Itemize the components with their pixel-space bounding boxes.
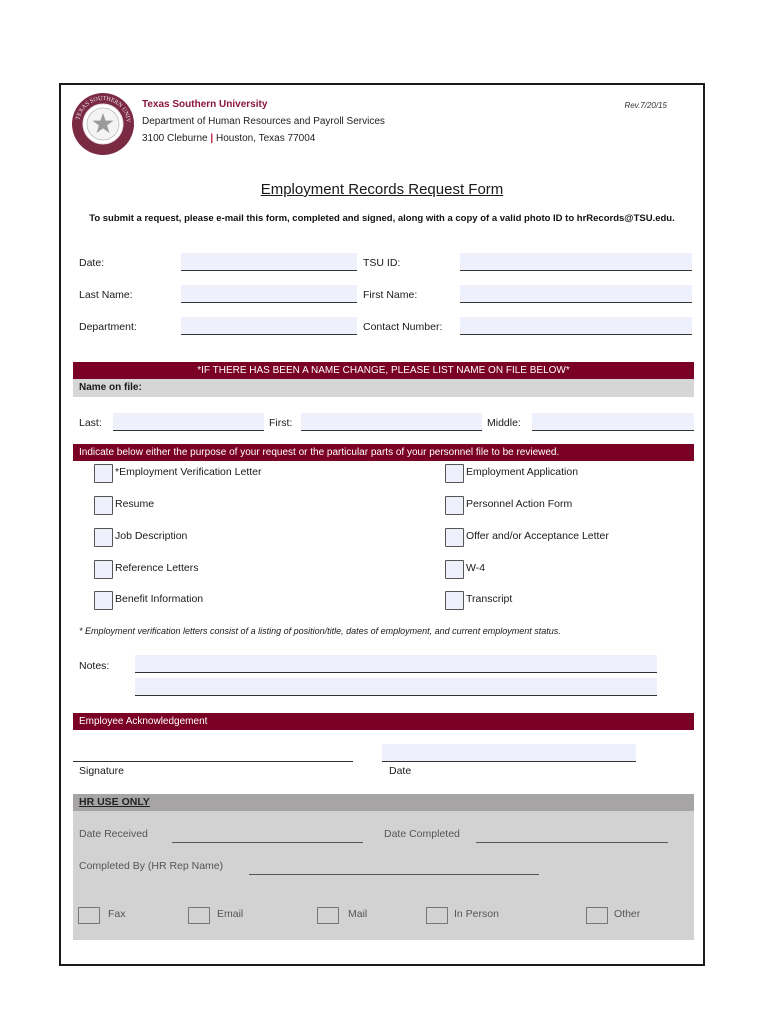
university-seal-icon: TEXAS SOUTHERN UNIVERSITY [71,92,134,155]
checkbox-offer-acceptance-letter[interactable] [445,528,464,547]
hr-use-title: HR USE ONLY [79,796,150,808]
date-completed-field[interactable] [476,842,668,843]
method-label: Mail [348,908,368,920]
purpose-banner: Indicate below either the purpose of you… [73,444,694,461]
org-department: Department of Human Resources and Payrol… [142,116,385,127]
form-instructions: To submit a request, please e-mail this … [89,213,675,224]
signature-field[interactable] [73,744,353,762]
form-title: Employment Records Request Form [260,181,504,198]
method-label: Fax [108,908,126,920]
org-address: 3100 Cleburne | Houston, Texas 77004 [142,133,315,144]
org-name: Texas Southern University [142,99,268,110]
notes-line-2[interactable] [135,678,657,696]
department-field[interactable] [181,317,357,335]
option-label: Resume [115,498,155,510]
nof-last-label: Last: [79,417,102,429]
first-name-field[interactable] [460,285,692,303]
option-label: Reference Letters [115,562,199,574]
option-label: Employment Application [466,466,579,478]
nof-middle-field[interactable] [532,413,694,431]
option-label: *Employment Verification Letter [115,466,262,478]
option-label: Personnel Action Form [466,498,573,510]
nof-first-label: First: [269,417,293,429]
option-label: Job Description [115,530,188,542]
address-city: Houston, Texas 77004 [215,133,316,144]
date-completed-label: Date Completed [384,828,460,840]
checkbox-transcript[interactable] [445,591,464,610]
address-street: 3100 Cleburne [142,133,208,144]
completed-by-field[interactable] [249,874,539,875]
method-label: Email [217,908,244,920]
checkbox-benefit-information[interactable] [94,591,113,610]
option-label: Transcript [466,593,513,605]
ack-date-field[interactable] [382,744,636,762]
hr-use-header: HR USE ONLY [73,794,694,811]
option-label: Offer and/or Acceptance Letter [466,530,609,542]
tsu-id-field[interactable] [460,253,692,271]
contact-number-label: Contact Number: [363,321,443,333]
checkbox-personnel-action-form[interactable] [445,496,464,515]
checkbox-email[interactable] [188,907,210,924]
department-label: Department: [79,321,137,333]
address-separator: | [210,133,214,144]
last-name-field[interactable] [181,285,357,303]
last-name-label: Last Name: [79,289,133,301]
completed-by-label: Completed By (HR Rep Name) [79,860,224,872]
method-label: Other [614,908,641,920]
acknowledgement-banner: Employee Acknowledgement [73,713,694,730]
checkbox-employment-application[interactable] [445,464,464,483]
nof-last-field[interactable] [113,413,264,431]
tsu-id-label: TSU ID: [363,257,401,269]
date-received-label: Date Received [79,828,148,840]
checkbox-mail[interactable] [317,907,339,924]
option-label: Benefit Information [115,593,204,605]
contact-number-field[interactable] [460,317,692,335]
method-label: In Person [454,908,499,920]
nof-middle-label: Middle: [487,417,521,429]
hr-use-panel: HR USE ONLY Date Received Date Completed… [73,794,694,940]
checkbox-fax[interactable] [78,907,100,924]
date-received-field[interactable] [172,842,363,843]
signature-label: Signature [79,765,124,777]
nof-first-field[interactable] [301,413,482,431]
checkbox-reference-letters[interactable] [94,560,113,579]
checkbox-job-description[interactable] [94,528,113,547]
date-field[interactable] [181,253,357,271]
notes-label: Notes: [79,660,110,672]
revision-date: Rev.7/20/15 [624,101,667,110]
checkbox-w4[interactable] [445,560,464,579]
name-on-file-header: Name on file: [73,379,694,397]
notes-line-1[interactable] [135,655,657,673]
form-page: TEXAS SOUTHERN UNIVERSITY Texas Southern… [59,83,705,966]
name-change-banner: *IF THERE HAS BEEN A NAME CHANGE, PLEASE… [73,362,694,379]
checkbox-other[interactable] [586,907,608,924]
ack-date-label: Date [389,765,412,777]
checkbox-resume[interactable] [94,496,113,515]
first-name-label: First Name: [363,289,418,301]
date-label: Date: [79,257,105,269]
verification-footnote: * Employment verification letters consis… [79,626,561,636]
checkbox-in-person[interactable] [426,907,448,924]
checkbox-employment-verification-letter[interactable] [94,464,113,483]
option-label: W-4 [466,562,486,574]
